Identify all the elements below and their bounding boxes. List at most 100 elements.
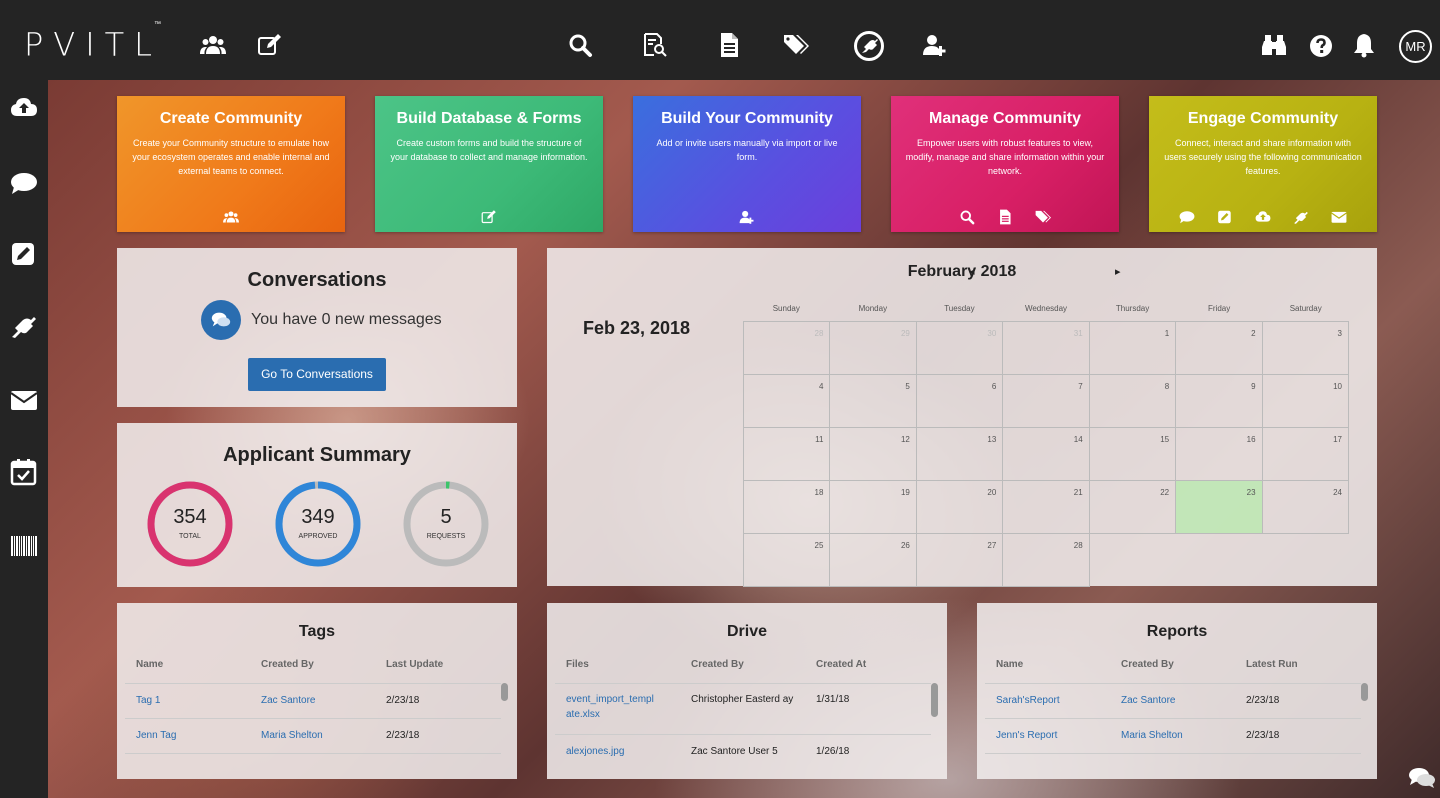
calendar-day-cell[interactable]: 25	[744, 534, 831, 587]
applicant-summary-panel: Applicant Summary 354 TOTAL 349 APPROVED…	[117, 423, 517, 587]
users-icon[interactable]	[200, 32, 226, 58]
tag-name-link[interactable]: Tag 1	[136, 693, 261, 708]
column-header[interactable]: Created By	[261, 659, 386, 670]
card-manage-community[interactable]: Manage Community Empower users with robu…	[891, 96, 1119, 232]
card-create-community[interactable]: Create Community Create your Community s…	[117, 96, 345, 232]
calendar-day-cell[interactable]: 2	[1176, 322, 1263, 375]
calendar-day-cell[interactable]: 7	[1003, 375, 1090, 428]
next-month-button[interactable]: ▸	[1115, 265, 1121, 278]
edit-icon[interactable]	[257, 32, 283, 58]
calendar-day-cell[interactable]: 28	[1003, 534, 1090, 587]
calendar-day-cell[interactable]: 15	[1089, 428, 1177, 481]
calendar-day-cell[interactable]: 10	[1262, 375, 1349, 428]
document-icon[interactable]	[996, 209, 1014, 225]
calendar-day-cell[interactable]: 23	[1176, 481, 1263, 534]
go-to-conversations-button[interactable]: Go To Conversations	[248, 358, 386, 391]
cloud-upload-icon[interactable]	[10, 94, 38, 122]
card-title: Build Your Community	[661, 110, 833, 127]
plug-icon[interactable]	[853, 30, 885, 62]
calendar-day-cell[interactable]: 28	[744, 322, 831, 375]
created-by-link[interactable]: Zac Santore	[1121, 693, 1246, 708]
user-avatar[interactable]: MR	[1399, 30, 1432, 63]
calendar-day-cell[interactable]: 5	[830, 375, 917, 428]
calendar-day-cell[interactable]: 1	[1089, 322, 1177, 375]
card-build-community[interactable]: Build Your Community Add or invite users…	[633, 96, 861, 232]
panel-title: Applicant Summary	[223, 444, 411, 466]
plug-icon[interactable]	[10, 312, 38, 340]
column-header[interactable]: Files	[566, 659, 691, 670]
mail-icon[interactable]	[1330, 209, 1348, 225]
calendar-day-cell[interactable]: 20	[916, 481, 1004, 534]
document-icon[interactable]	[716, 32, 742, 58]
card-engage-community[interactable]: Engage Community Connect, interact and s…	[1149, 96, 1377, 232]
edit-icon[interactable]	[480, 209, 498, 225]
column-header[interactable]: Last Update	[386, 659, 496, 670]
cloud-upload-icon[interactable]	[1254, 209, 1272, 225]
calendar-day-cell[interactable]: 13	[916, 428, 1004, 481]
file-link[interactable]: alexjones.jpg	[566, 744, 691, 759]
card-build-database[interactable]: Build Database & Forms Create custom for…	[375, 96, 603, 232]
column-header[interactable]: Name	[136, 659, 261, 670]
mail-icon[interactable]	[10, 386, 38, 414]
day-of-week: Wednesday	[1024, 304, 1068, 313]
file-link[interactable]: event_import_templ ate.xlsx	[566, 692, 671, 722]
calendar-day-cell[interactable]: 4	[744, 375, 831, 428]
report-name-link[interactable]: Sarah'sReport	[996, 693, 1121, 708]
scrollbar[interactable]	[1361, 683, 1368, 701]
calendar-day-cell[interactable]: 18	[744, 481, 831, 534]
chat-icon[interactable]	[10, 169, 38, 197]
calendar-day-cell[interactable]: 16	[1176, 428, 1263, 481]
chat-launcher-icon[interactable]	[1408, 766, 1436, 790]
calendar-day-cell[interactable]: 29	[830, 322, 917, 375]
add-user-icon[interactable]	[738, 209, 756, 225]
calendar-day-cell[interactable]: 22	[1089, 481, 1177, 534]
add-user-icon[interactable]	[922, 32, 948, 58]
column-header[interactable]: Name	[996, 659, 1121, 670]
calendar-day-cell[interactable]: 31	[1003, 322, 1090, 375]
binoculars-icon[interactable]	[1261, 32, 1287, 58]
calendar-day-cell[interactable]: 26	[830, 534, 917, 587]
calendar-day-cell[interactable]: 30	[916, 322, 1004, 375]
scrollbar[interactable]	[501, 683, 508, 701]
help-icon[interactable]	[1309, 34, 1333, 58]
barcode-icon[interactable]	[10, 532, 38, 560]
calendar-check-icon[interactable]	[10, 458, 38, 486]
calendar-day-cell[interactable]: 9	[1176, 375, 1263, 428]
calendar-day-cell[interactable]: 24	[1262, 481, 1349, 534]
pencil-icon[interactable]	[1216, 209, 1234, 225]
bell-icon[interactable]	[1351, 32, 1377, 58]
tags-icon[interactable]	[1034, 209, 1052, 225]
created-by-link[interactable]: Zac Santore	[261, 693, 386, 708]
calendar-day-cell[interactable]: 27	[916, 534, 1004, 587]
users-icon[interactable]	[222, 209, 240, 225]
calendar-day-cell[interactable]: 3	[1262, 322, 1349, 375]
calendar-day-cell[interactable]: 8	[1089, 375, 1177, 428]
calendar-day-cell[interactable]: 14	[1003, 428, 1090, 481]
search-icon[interactable]	[567, 32, 593, 58]
pencil-icon[interactable]	[10, 240, 38, 268]
logo[interactable]: PVITL™	[24, 20, 169, 63]
calendar-day-cell[interactable]: 11	[744, 428, 831, 481]
total-value: 354	[173, 506, 207, 528]
calendar-day-cell[interactable]: 17	[1262, 428, 1349, 481]
chat-icon[interactable]	[1178, 209, 1196, 225]
plug-icon[interactable]	[1292, 209, 1310, 225]
scrollbar[interactable]	[931, 683, 938, 717]
report-name-link[interactable]: Jenn's Report	[996, 728, 1121, 743]
search-icon[interactable]	[958, 209, 976, 225]
column-header[interactable]: Created By	[691, 659, 816, 670]
calendar-day-cell[interactable]: 19	[830, 481, 917, 534]
tags-icon[interactable]	[783, 32, 809, 58]
created-by-link[interactable]: Maria Shelton	[1121, 728, 1246, 743]
day-of-week: Thursday	[1115, 304, 1150, 313]
calendar-day-cell[interactable]: 12	[830, 428, 917, 481]
search-form-icon[interactable]	[642, 32, 668, 58]
column-header[interactable]: Created At	[816, 659, 926, 670]
column-header[interactable]: Created By	[1121, 659, 1246, 670]
calendar-day-cell[interactable]: 21	[1003, 481, 1090, 534]
created-by-link[interactable]: Maria Shelton	[261, 728, 386, 743]
column-header[interactable]: Latest Run	[1246, 659, 1356, 670]
created-at: 1/26/18	[816, 746, 850, 757]
calendar-day-cell[interactable]: 6	[916, 375, 1004, 428]
tag-name-link[interactable]: Jenn Tag	[136, 728, 261, 743]
